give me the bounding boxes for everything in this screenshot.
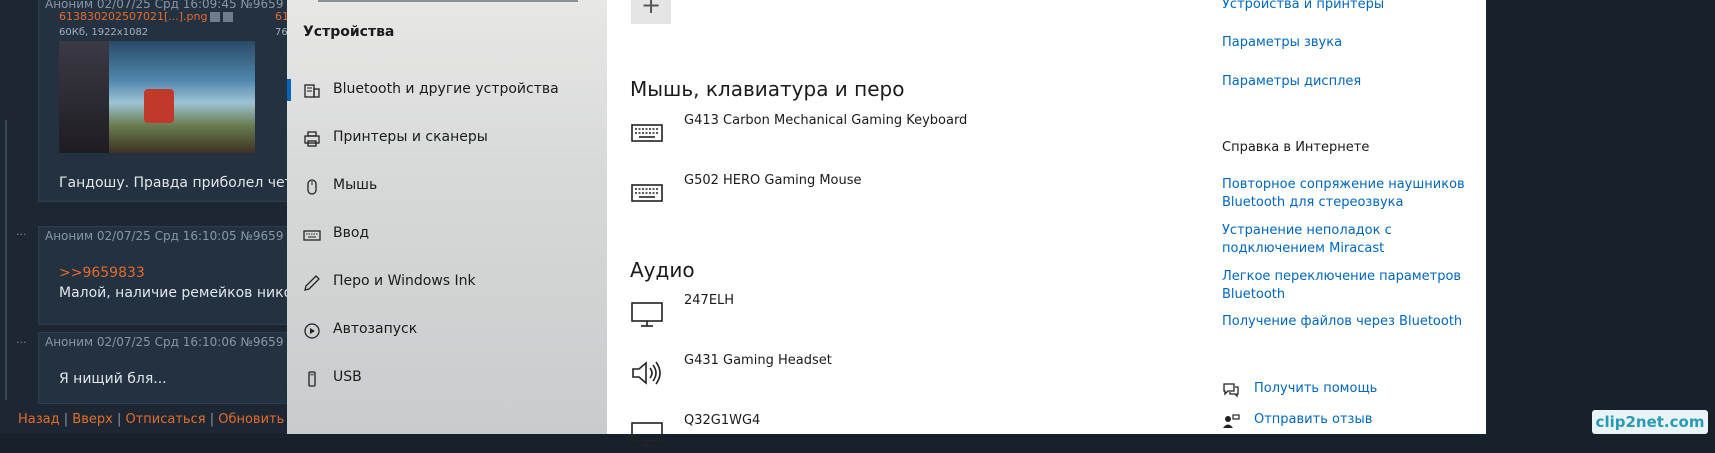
file-meta-2: 76 bbox=[275, 27, 287, 38]
printer-icon bbox=[304, 131, 320, 147]
sidebar-item-label: Принтеры и сканеры bbox=[333, 129, 488, 145]
forum-post: Аноним 02/07/25 Срд 16:10:05 №9659 >>965… bbox=[38, 226, 287, 325]
device-item[interactable]: Q32G1WG4 bbox=[630, 413, 1130, 453]
autoplay-icon bbox=[304, 323, 320, 339]
post-header: Аноним 02/07/25 Срд 16:10:06 №9659 bbox=[45, 335, 284, 349]
forum-panel: Аноним 02/07/25 Срд 16:09:45 №9659 61383… bbox=[0, 0, 287, 434]
pen-icon bbox=[304, 275, 320, 291]
section-heading-input-devices: Мышь, клавиатура и перо bbox=[630, 77, 905, 101]
sidebar-section-title: Устройства bbox=[303, 24, 395, 40]
monitor-icon bbox=[631, 422, 663, 447]
monitor-icon bbox=[631, 302, 663, 327]
device-item[interactable]: G502 HERO Gaming Mouse bbox=[630, 173, 1130, 213]
sidebar-item-label: Мышь bbox=[333, 177, 378, 193]
nav-separator: | bbox=[209, 412, 215, 427]
web-help-heading: Справка в Интернете bbox=[1222, 140, 1370, 155]
nav-separator: | bbox=[116, 412, 122, 427]
watermark-logo: clip2net.com bbox=[1592, 410, 1708, 434]
feedback-label: Отправить отзыв bbox=[1254, 412, 1373, 427]
sidebar-item-typing[interactable]: Ввод bbox=[287, 215, 607, 255]
keyboard-icon bbox=[631, 124, 663, 142]
scroll-edge bbox=[5, 120, 7, 400]
device-item[interactable]: G413 Carbon Mechanical Gaming Keyboard bbox=[630, 113, 1130, 153]
thumbnail-tower bbox=[59, 41, 109, 153]
sidebar-item-label: Ввод bbox=[333, 225, 370, 241]
image-thumbnail[interactable] bbox=[59, 41, 255, 153]
sidebar-item-usb[interactable]: USB bbox=[287, 359, 607, 399]
nav-top[interactable]: Вверх bbox=[72, 412, 113, 427]
sidebar-item-pen[interactable]: Перо и Windows Ink bbox=[287, 263, 607, 303]
get-help-label: Получить помощь bbox=[1254, 381, 1378, 396]
background-window-right bbox=[1486, 0, 1715, 434]
help-link-receive-files[interactable]: Получение файлов через Bluetooth bbox=[1222, 313, 1472, 331]
post-text: Малой, наличие ремейков нико bbox=[59, 285, 287, 301]
link-sound-settings[interactable]: Параметры звука bbox=[1222, 34, 1472, 52]
keyboard-icon bbox=[303, 230, 321, 241]
section-heading-audio: Аудио bbox=[630, 258, 695, 282]
sidebar-item-printers[interactable]: Принтеры и сканеры bbox=[287, 119, 607, 159]
chat-help-icon bbox=[1223, 383, 1239, 398]
download-icon[interactable] bbox=[223, 12, 234, 22]
device-name: G431 Gaming Headset bbox=[684, 353, 832, 368]
link-display-settings[interactable]: Параметры дисплея bbox=[1222, 73, 1472, 91]
post-menu-icon[interactable]: ··· bbox=[16, 336, 27, 349]
thumbnail-figure bbox=[144, 89, 174, 123]
device-item[interactable]: G431 Gaming Headset bbox=[630, 353, 1130, 393]
add-device-button[interactable]: + bbox=[631, 0, 671, 24]
file-link[interactable]: 613830202507021[...].png bbox=[59, 10, 234, 23]
device-name: 247ELH bbox=[684, 293, 735, 308]
forum-post: Аноним 02/07/25 Срд 16:09:45 №9659 61383… bbox=[38, 0, 287, 202]
forum-post: Аноним 02/07/25 Срд 16:10:06 №9659 Я нищ… bbox=[38, 332, 287, 404]
thread-nav: Назад | Вверх | Отписаться | Обновить bbox=[18, 412, 287, 427]
keyboard-icon bbox=[631, 184, 663, 202]
settings-sidebar: Устройства Bluetooth и другие устройства… bbox=[287, 0, 607, 434]
device-item[interactable]: 247ELH bbox=[630, 293, 1130, 333]
device-name: Q32G1WG4 bbox=[684, 413, 761, 428]
sidebar-item-label: Bluetooth и другие устройства bbox=[333, 81, 559, 97]
speaker-icon bbox=[632, 361, 661, 385]
nav-separator: | bbox=[63, 412, 69, 427]
main-content: + Мышь, клавиатура и перо G413 Carbon Me… bbox=[607, 0, 1486, 447]
mouse-icon bbox=[307, 179, 317, 195]
sidebar-item-autoplay[interactable]: Автозапуск bbox=[287, 311, 607, 351]
sidebar-item-bluetooth[interactable]: Bluetooth и другие устройства bbox=[287, 71, 607, 111]
help-link-bluetooth-toggle[interactable]: Легкое переключение параметров Bluetooth bbox=[1222, 268, 1472, 304]
help-link-miracast[interactable]: Устранение неполадок с подключением Mira… bbox=[1222, 222, 1472, 258]
device-name: G413 Carbon Mechanical Gaming Keyboard bbox=[684, 113, 968, 128]
active-indicator bbox=[287, 79, 291, 101]
feedback-icon bbox=[1223, 414, 1240, 428]
sidebar-top-divider bbox=[318, 0, 578, 2]
post-text: Я нищий бля... bbox=[59, 371, 167, 387]
nav-unsubscribe[interactable]: Отписаться bbox=[125, 412, 205, 427]
search-icon[interactable] bbox=[210, 12, 221, 22]
nav-refresh[interactable]: Обновить bbox=[218, 412, 284, 427]
post-text: Гандошу. Правда приболел чето bbox=[59, 175, 287, 191]
device-name: G502 HERO Gaming Mouse bbox=[684, 173, 862, 188]
file-meta: 60Кб, 1922x1082 bbox=[59, 27, 149, 38]
usb-icon bbox=[308, 371, 316, 387]
sidebar-item-label: Перо и Windows Ink bbox=[333, 273, 476, 289]
nav-back[interactable]: Назад bbox=[18, 412, 60, 427]
sidebar-item-mouse[interactable]: Мышь bbox=[287, 167, 607, 207]
sidebar-item-label: USB bbox=[333, 369, 362, 385]
post-menu-icon[interactable]: ··· bbox=[16, 228, 27, 241]
file-link-2[interactable]: 61 bbox=[275, 10, 287, 23]
help-link-headphones[interactable]: Повторное сопряжение наушников Bluetooth… bbox=[1222, 176, 1472, 212]
bluetooth-devices-icon bbox=[304, 84, 320, 98]
link-devices-printers[interactable]: Устройства и принтеры bbox=[1222, 0, 1472, 14]
sidebar-item-label: Автозапуск bbox=[333, 321, 418, 337]
post-header: Аноним 02/07/25 Срд 16:10:05 №9659 bbox=[45, 229, 284, 243]
reply-link[interactable]: >>9659833 bbox=[59, 265, 145, 281]
